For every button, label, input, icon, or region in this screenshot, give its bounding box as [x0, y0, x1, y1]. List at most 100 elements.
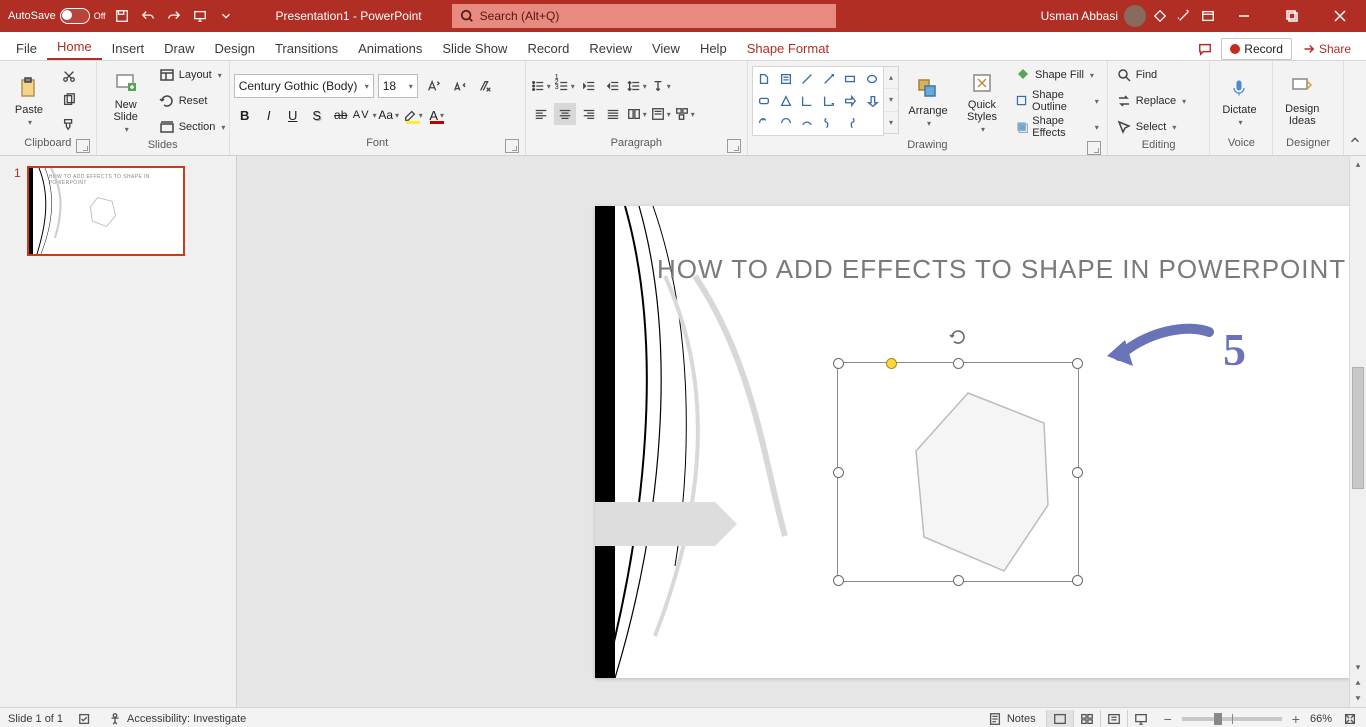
- zoom-level[interactable]: 66%: [1310, 713, 1332, 725]
- font-color-icon[interactable]: A▾: [426, 104, 448, 126]
- dictate-button[interactable]: Dictate▾: [1214, 72, 1264, 129]
- shape-effects-button[interactable]: Shape Effects▾: [1011, 115, 1103, 139]
- clear-format-icon[interactable]: [474, 75, 496, 97]
- record-button[interactable]: Record: [1221, 38, 1292, 60]
- comments-button[interactable]: [1189, 38, 1221, 60]
- font-name-combo[interactable]: Century Gothic (Body)▾: [234, 74, 374, 98]
- shape-fill-button[interactable]: Shape Fill▾: [1011, 63, 1103, 87]
- copy-icon[interactable]: [58, 89, 80, 111]
- columns-icon[interactable]: ▾: [626, 103, 648, 125]
- save-icon[interactable]: [112, 6, 132, 26]
- scroll-down-icon[interactable]: ▾: [1356, 659, 1361, 675]
- increase-font-icon[interactable]: [422, 75, 444, 97]
- tab-help[interactable]: Help: [690, 35, 737, 60]
- cut-icon[interactable]: [58, 65, 80, 87]
- underline-icon[interactable]: U: [282, 104, 304, 126]
- rotate-handle-icon[interactable]: [948, 327, 968, 347]
- highlight-icon[interactable]: ▾: [402, 104, 424, 126]
- redo-icon[interactable]: [164, 6, 184, 26]
- numbering-icon[interactable]: 123▾: [554, 75, 576, 97]
- quick-styles-button[interactable]: Quick Styles▾: [957, 67, 1007, 136]
- slide-canvas[interactable]: HOW TO ADD EFFECTS TO SHAPE IN POWERPOIN…: [237, 156, 1366, 707]
- find-button[interactable]: Find: [1112, 63, 1190, 87]
- account-button[interactable]: Usman Abbasi: [1041, 5, 1146, 27]
- next-slide-icon[interactable]: ⯆: [1354, 691, 1361, 707]
- scroll-thumb[interactable]: [1352, 367, 1364, 489]
- handle-tm[interactable]: [953, 358, 964, 369]
- text-direction-icon[interactable]: ▾: [650, 75, 672, 97]
- shape-outline-button[interactable]: Shape Outline▾: [1011, 89, 1103, 113]
- slide-thumbnail-1[interactable]: HOW TO ADD EFFECTS TO SHAPE IN POWERPOIN…: [27, 166, 185, 256]
- section-button[interactable]: Section▾: [155, 115, 230, 139]
- maximize-button[interactable]: [1270, 0, 1314, 32]
- present-from-start-icon[interactable]: [190, 6, 210, 26]
- tab-draw[interactable]: Draw: [154, 35, 204, 60]
- tab-transitions[interactable]: Transitions: [265, 35, 348, 60]
- wand-icon[interactable]: [1174, 6, 1194, 26]
- scroll-up-icon[interactable]: ▴: [1356, 156, 1361, 172]
- decrease-font-icon[interactable]: [448, 75, 470, 97]
- align-center-icon[interactable]: [554, 103, 576, 125]
- gallery-scroll[interactable]: ▴▾▾: [884, 66, 899, 134]
- tab-insert[interactable]: Insert: [102, 35, 155, 60]
- align-text-icon[interactable]: ▾: [650, 103, 672, 125]
- tab-view[interactable]: View: [642, 35, 690, 60]
- zoom-slider[interactable]: [1182, 717, 1282, 721]
- reset-button[interactable]: Reset: [155, 89, 230, 113]
- bold-icon[interactable]: B: [234, 104, 256, 126]
- justify-icon[interactable]: [602, 103, 624, 125]
- arrange-button[interactable]: Arrange▾: [903, 73, 953, 130]
- font-size-combo[interactable]: 18▾: [378, 74, 418, 98]
- increase-indent-icon[interactable]: [602, 75, 624, 97]
- share-button[interactable]: Share: [1292, 38, 1360, 60]
- fit-window-icon[interactable]: [1342, 711, 1358, 727]
- tab-shape-format[interactable]: Shape Format: [737, 35, 839, 60]
- smartart-icon[interactable]: ▾: [674, 103, 696, 125]
- char-spacing-icon[interactable]: AV▾: [354, 104, 376, 126]
- handle-ml[interactable]: [833, 467, 844, 478]
- new-slide-button[interactable]: New Slide ▾: [101, 67, 151, 136]
- collapse-ribbon-icon[interactable]: [1344, 61, 1366, 155]
- tab-animations[interactable]: Animations: [348, 35, 432, 60]
- ribbon-display-icon[interactable]: [1198, 6, 1218, 26]
- zoom-in-icon[interactable]: +: [1292, 711, 1300, 727]
- tab-record[interactable]: Record: [517, 35, 579, 60]
- shape-selection[interactable]: [837, 362, 1079, 582]
- font-dialog-icon[interactable]: [505, 139, 519, 153]
- prev-slide-icon[interactable]: ⯅: [1354, 675, 1361, 691]
- zoom-out-icon[interactable]: −: [1164, 711, 1172, 727]
- design-ideas-button[interactable]: Design Ideas: [1277, 71, 1327, 129]
- handle-bl[interactable]: [833, 575, 844, 586]
- shadow-icon[interactable]: S: [306, 104, 328, 126]
- paste-button[interactable]: Paste ▾: [4, 72, 54, 129]
- tab-design[interactable]: Design: [205, 35, 265, 60]
- slideshow-view-icon[interactable]: [1127, 710, 1154, 727]
- toggle-switch[interactable]: [60, 8, 90, 24]
- layout-button[interactable]: Layout▾: [155, 63, 230, 87]
- sorter-view-icon[interactable]: [1073, 710, 1100, 727]
- change-case-icon[interactable]: Aa▾: [378, 104, 400, 126]
- undo-icon[interactable]: [138, 6, 158, 26]
- strike-icon[interactable]: ab: [330, 104, 352, 126]
- minimize-button[interactable]: [1222, 0, 1266, 32]
- line-spacing-icon[interactable]: ▾: [626, 75, 648, 97]
- replace-button[interactable]: Replace▾: [1112, 89, 1190, 113]
- spellcheck-icon[interactable]: [77, 711, 93, 727]
- close-button[interactable]: [1318, 0, 1362, 32]
- tab-file[interactable]: File: [6, 35, 47, 60]
- tab-review[interactable]: Review: [579, 35, 642, 60]
- bullets-icon[interactable]: ▾: [530, 75, 552, 97]
- diamond-icon[interactable]: [1150, 6, 1170, 26]
- normal-view-icon[interactable]: [1046, 710, 1073, 727]
- italic-icon[interactable]: I: [258, 104, 280, 126]
- accessibility-button[interactable]: Accessibility: Investigate: [107, 711, 246, 727]
- handle-tl[interactable]: [833, 358, 844, 369]
- handle-mr[interactable]: [1072, 467, 1083, 478]
- reading-view-icon[interactable]: [1100, 710, 1127, 727]
- adjust-handle[interactable]: [886, 358, 897, 369]
- qat-more-icon[interactable]: [216, 6, 236, 26]
- tab-slideshow[interactable]: Slide Show: [432, 35, 517, 60]
- autosave-toggle[interactable]: AutoSave Off: [8, 8, 106, 24]
- clipboard-dialog-icon[interactable]: [76, 139, 90, 153]
- notes-button[interactable]: Notes: [987, 711, 1036, 727]
